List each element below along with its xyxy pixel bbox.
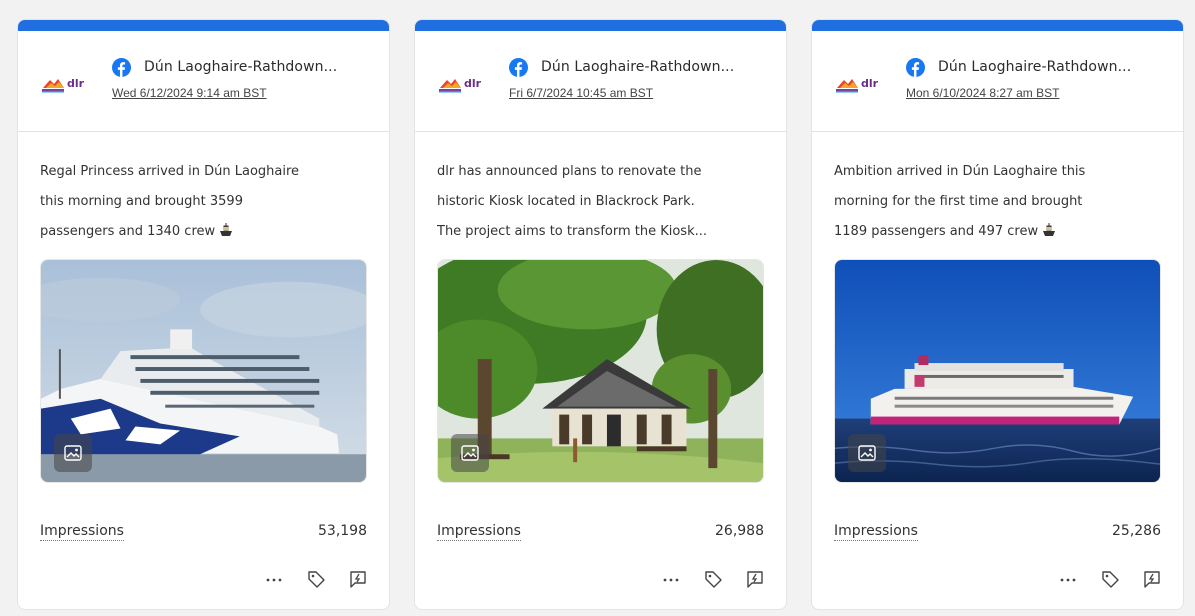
media-type-badge (848, 434, 886, 472)
post-card[interactable]: dlr Dún Laoghaire-Rathdown... Wed 6/12/2… (17, 19, 390, 610)
reply-button[interactable] (347, 568, 369, 590)
post-text-line: morning for the first time and brought (834, 194, 1083, 209)
post-text-line: passengers and 1340 crew (40, 217, 375, 247)
card-actions (263, 568, 369, 590)
svg-text:dlr: dlr (67, 77, 85, 90)
card-actions (1057, 568, 1163, 590)
card-header: dlr Dún Laoghaire-Rathdown... Wed 6/12/2… (18, 31, 389, 132)
reply-button[interactable] (744, 568, 766, 590)
more-button[interactable] (263, 568, 285, 590)
card-accent-bar (18, 20, 389, 31)
impressions-label[interactable]: Impressions (437, 523, 521, 541)
post-text-line: 1189 passengers and 497 crew (834, 217, 1169, 247)
post-media[interactable] (40, 259, 367, 483)
reply-icon (350, 571, 366, 588)
facebook-icon (906, 58, 925, 77)
tag-icon (705, 571, 722, 588)
card-header: dlr Dún Laoghaire-Rathdown... Mon 6/10/2… (812, 31, 1183, 132)
media-type-badge (451, 434, 489, 472)
post-date-link[interactable]: Mon 6/10/2024 8:27 am BST (906, 86, 1059, 100)
image-icon (461, 445, 479, 461)
image-icon (858, 445, 876, 461)
post-text: Regal Princess arrived in Dún Laoghaire … (40, 157, 375, 247)
tag-button[interactable] (702, 568, 724, 590)
card-accent-bar (415, 20, 786, 31)
image-icon (64, 445, 82, 461)
post-text: Ambition arrived in Dún Laoghaire this m… (834, 157, 1169, 247)
more-button[interactable] (1057, 568, 1079, 590)
reply-button[interactable] (1141, 568, 1163, 590)
post-media[interactable] (437, 259, 764, 483)
post-date-link[interactable]: Fri 6/7/2024 10:45 am BST (509, 86, 653, 100)
media-type-badge (54, 434, 92, 472)
page-name[interactable]: Dún Laoghaire-Rathdown... (541, 59, 734, 75)
page-name[interactable]: Dún Laoghaire-Rathdown... (938, 59, 1131, 75)
post-media[interactable] (834, 259, 1161, 483)
post-text-line: dlr has announced plans to renovate the (437, 164, 702, 179)
card-header: dlr Dún Laoghaire-Rathdown... Fri 6/7/20… (415, 31, 786, 132)
more-icon (663, 578, 679, 582)
card-actions (660, 568, 766, 590)
svg-text:dlr: dlr (861, 77, 879, 90)
facebook-icon (509, 58, 528, 77)
more-icon (266, 578, 282, 582)
post-text: dlr has announced plans to renovate the … (437, 157, 772, 247)
ship-emoji (1043, 223, 1056, 236)
post-text-line: The project aims to transform the Kiosk.… (437, 224, 708, 239)
dlr-logo: dlr (42, 77, 85, 93)
card-accent-bar (812, 20, 1183, 31)
impressions-label[interactable]: Impressions (834, 523, 918, 541)
post-card[interactable]: dlr Dún Laoghaire-Rathdown... Fri 6/7/20… (414, 19, 787, 610)
impressions-value: 53,198 (318, 523, 367, 539)
facebook-icon (112, 58, 131, 77)
impressions-value: 26,988 (715, 523, 764, 539)
tag-button[interactable] (305, 568, 327, 590)
dlr-logo: dlr (836, 77, 879, 93)
post-text-line: this morning and brought 3599 (40, 194, 243, 209)
reply-icon (747, 571, 763, 588)
post-card[interactable]: dlr Dún Laoghaire-Rathdown... Mon 6/10/2… (811, 19, 1184, 610)
page-name[interactable]: Dún Laoghaire-Rathdown... (144, 59, 337, 75)
svg-text:dlr: dlr (464, 77, 482, 90)
tag-icon (308, 571, 325, 588)
post-text-line: Ambition arrived in Dún Laoghaire this (834, 164, 1086, 179)
tag-icon (1102, 571, 1119, 588)
reply-icon (1144, 571, 1160, 588)
post-text-line: Regal Princess arrived in Dún Laoghaire (40, 164, 300, 179)
post-text-line: historic Kiosk located in Blackrock Park… (437, 194, 695, 209)
dlr-logo: dlr (439, 77, 482, 93)
more-icon (1060, 578, 1076, 582)
more-button[interactable] (660, 568, 682, 590)
tag-button[interactable] (1099, 568, 1121, 590)
impressions-label[interactable]: Impressions (40, 523, 124, 541)
ship-emoji (220, 223, 233, 236)
impressions-value: 25,286 (1112, 523, 1161, 539)
post-date-link[interactable]: Wed 6/12/2024 9:14 am BST (112, 86, 267, 100)
